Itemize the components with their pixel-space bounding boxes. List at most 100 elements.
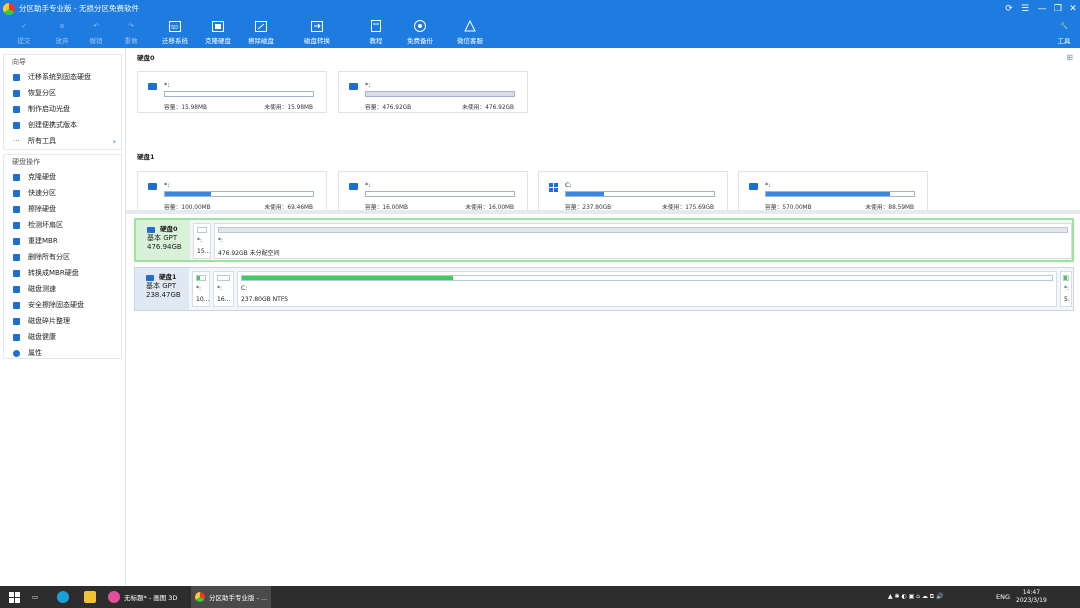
clock[interactable]: 14:47 2023/3/19 [1016, 586, 1047, 608]
input-language[interactable]: ENG [996, 586, 1010, 608]
tools-button[interactable]: 🔧 工具 [1054, 17, 1074, 48]
rebuild-icon [13, 237, 20, 245]
sidebar-item-bad-sector[interactable]: 检测坏扇区 [4, 217, 121, 233]
undo-button[interactable]: ↶ 撤销 [86, 17, 106, 48]
main-area: 硬盘0 ⊞ *: 容量：15.98MB 未使用：15.98MB *: 容量：47… [125, 48, 1080, 586]
wizard-panel: 向导 迁移系统到固态硬盘 恢复分区 制作启动光盘 创建便携式版本 ··· 所有工具… [3, 54, 122, 150]
partition-block[interactable]: C: 237.80GB NTFS [237, 271, 1057, 307]
drive-icon [148, 183, 157, 190]
sidebar-item-recover[interactable]: 恢复分区 [4, 85, 121, 101]
disk1-title: 硬盘1 [137, 153, 155, 161]
sidebar-item-migrate[interactable]: 迁移系统到固态硬盘 [4, 69, 121, 85]
wechat-support-button[interactable]: 微信客服 [455, 17, 485, 48]
bootdisk-icon [13, 105, 20, 113]
migrate-icon [13, 73, 20, 81]
partition-block[interactable]: *: 10... [192, 271, 210, 307]
discard-button[interactable]: ⊘ 放弃 [52, 17, 72, 48]
windows-start-icon [9, 591, 20, 603]
sidebar-item-rebuild-mbr[interactable]: 重建MBR [4, 233, 121, 249]
partition-app-icon [195, 592, 205, 602]
free-backup-button[interactable]: 免费备份 [405, 17, 435, 48]
disk-convert-button[interactable]: 磁盘转换 [300, 17, 334, 48]
sidebar-item-health[interactable]: 磁盘健康 [4, 329, 121, 345]
wrench-icon: 🔧 [1059, 22, 1069, 30]
disk-label: 硬盘1 基本 GPT 238.47GB [135, 268, 189, 310]
disk-map-row[interactable]: 硬盘0 基本 GPT 476.94GB *: 15... *: 476.92GB… [134, 218, 1074, 262]
partition-card[interactable]: C: 容量：237.80GB 未使用：175.69GB [538, 171, 728, 213]
sidebar-item-portable[interactable]: 创建便携式版本 [4, 117, 121, 133]
undo-icon: ↶ [93, 22, 99, 30]
partition-card[interactable]: *: 容量：570.00MB 未使用：88.59MB [738, 171, 928, 213]
recover-icon [13, 89, 20, 97]
partition-block[interactable]: *: 5. [1060, 271, 1072, 307]
disk-convert-icon [310, 19, 324, 33]
view-toggle-icon[interactable]: ⊞ [1066, 53, 1073, 62]
partition-block[interactable]: *: 476.92GB 未分配空间 [214, 223, 1072, 259]
discard-icon: ⊘ [59, 22, 65, 30]
close-button[interactable]: ✕ [1064, 0, 1080, 17]
portable-icon [13, 121, 20, 129]
sidebar-item-secure-erase[interactable]: 安全擦除固态硬盘 [4, 297, 121, 313]
partition-block[interactable]: *: 16... [213, 271, 234, 307]
bad-sector-icon [13, 221, 20, 229]
commit-button[interactable]: ✓ 提交 [14, 17, 34, 48]
tray-icons[interactable]: ▲ ✱ ◐ ▣ ⌂ ☁ ⧉ 🔊 [888, 586, 943, 608]
sidebar-item-wipe[interactable]: 擦除硬盘 [4, 201, 121, 217]
convert-icon [13, 269, 20, 277]
wipe-disk-button[interactable]: 擦除磁盘 [246, 17, 276, 48]
triangle-icon [463, 19, 477, 33]
taskbar-app-paint3d[interactable]: 无标题* - 画图 3D [108, 586, 188, 608]
clone-disk-button[interactable]: 克隆硬盘 [203, 17, 233, 48]
sidebar-item-bootdisk[interactable]: 制作启动光盘 [4, 101, 121, 117]
edge-browser-icon[interactable] [57, 586, 69, 608]
clone-disk-icon [211, 19, 225, 33]
clone-icon [13, 173, 20, 181]
sidebar-item-delete-all[interactable]: 删除所有分区 [4, 249, 121, 265]
usage-bar [565, 191, 715, 197]
usage-bar [164, 91, 314, 97]
toolbar: ✓ 提交 ⊘ 放弃 ↶ 撤销 ↷ 重做 SD 迁移系统 克隆硬盘 擦除磁盘 磁盘… [0, 17, 1080, 48]
menu-icon[interactable]: ☰ [1016, 0, 1034, 17]
sidebar-item-speed-test[interactable]: 磁盘测速 [4, 281, 121, 297]
usage-bar [164, 191, 314, 197]
drive-icon [148, 83, 157, 90]
speed-icon [13, 285, 20, 293]
check-icon: ✓ [21, 22, 27, 30]
drive-icon [749, 183, 758, 190]
sidebar-item-all-tools[interactable]: ··· 所有工具 › [4, 133, 121, 149]
drive-icon [349, 83, 358, 90]
disk-ops-heading: 硬盘操作 [12, 158, 40, 166]
usage-bar [365, 91, 515, 97]
delete-icon [13, 253, 20, 261]
sidebar-item-properties[interactable]: 属性 [4, 345, 121, 361]
partition-card[interactable]: *: 容量：100.00MB 未使用：69.46MB [137, 171, 327, 213]
sidebar-item-convert-mbr[interactable]: 转换成MBR硬盘 [4, 265, 121, 281]
partition-card[interactable]: *: 容量：16.00MB 未使用：16.00MB [338, 171, 528, 213]
defrag-icon [13, 317, 20, 325]
migrate-system-button[interactable]: SD 迁移系统 [160, 17, 190, 48]
partition-card[interactable]: *: 容量：15.98MB 未使用：15.98MB [137, 71, 327, 113]
usage-bar [765, 191, 915, 197]
redo-button[interactable]: ↷ 重做 [121, 17, 141, 48]
title-bar: 分区助手专业版 - 无损分区免费软件 ⟳ ☰ — ❐ ✕ [0, 0, 1080, 17]
wipe-disk-icon [254, 19, 268, 33]
sidebar-item-clone[interactable]: 克隆硬盘 [4, 169, 121, 185]
sidebar-item-quick-partition[interactable]: 快速分区 [4, 185, 121, 201]
book-icon [369, 19, 383, 33]
taskbar-app-partition[interactable]: 分区助手专业版 - ... [191, 586, 271, 608]
sidebar-item-defrag[interactable]: 磁盘碎片整理 [4, 313, 121, 329]
sidebar: 向导 迁移系统到固态硬盘 恢复分区 制作启动光盘 创建便携式版本 ··· 所有工具… [3, 54, 122, 359]
start-button[interactable] [9, 586, 20, 608]
disk-map-row[interactable]: 硬盘1 基本 GPT 238.47GB *: 10... *: 16... C:… [134, 267, 1074, 311]
partition-card[interactable]: *: 容量：476.92GB 未使用：476.92GB [338, 71, 528, 113]
ssd-icon: SD [168, 19, 182, 33]
taskbar: ▭ 无标题* - 画图 3D 分区助手专业版 - ... ▲ ✱ ◐ ▣ ⌂ ☁… [0, 586, 1080, 608]
tutorial-button[interactable]: 教程 [366, 17, 386, 48]
chevron-right-icon: › [112, 136, 116, 146]
drive-icon [349, 183, 358, 190]
partition-block[interactable]: *: 15... [193, 223, 211, 259]
erase-icon [13, 301, 20, 309]
wipe-icon [13, 205, 20, 213]
task-view-icon[interactable]: ▭ [32, 586, 38, 608]
file-explorer-icon[interactable] [84, 586, 96, 608]
